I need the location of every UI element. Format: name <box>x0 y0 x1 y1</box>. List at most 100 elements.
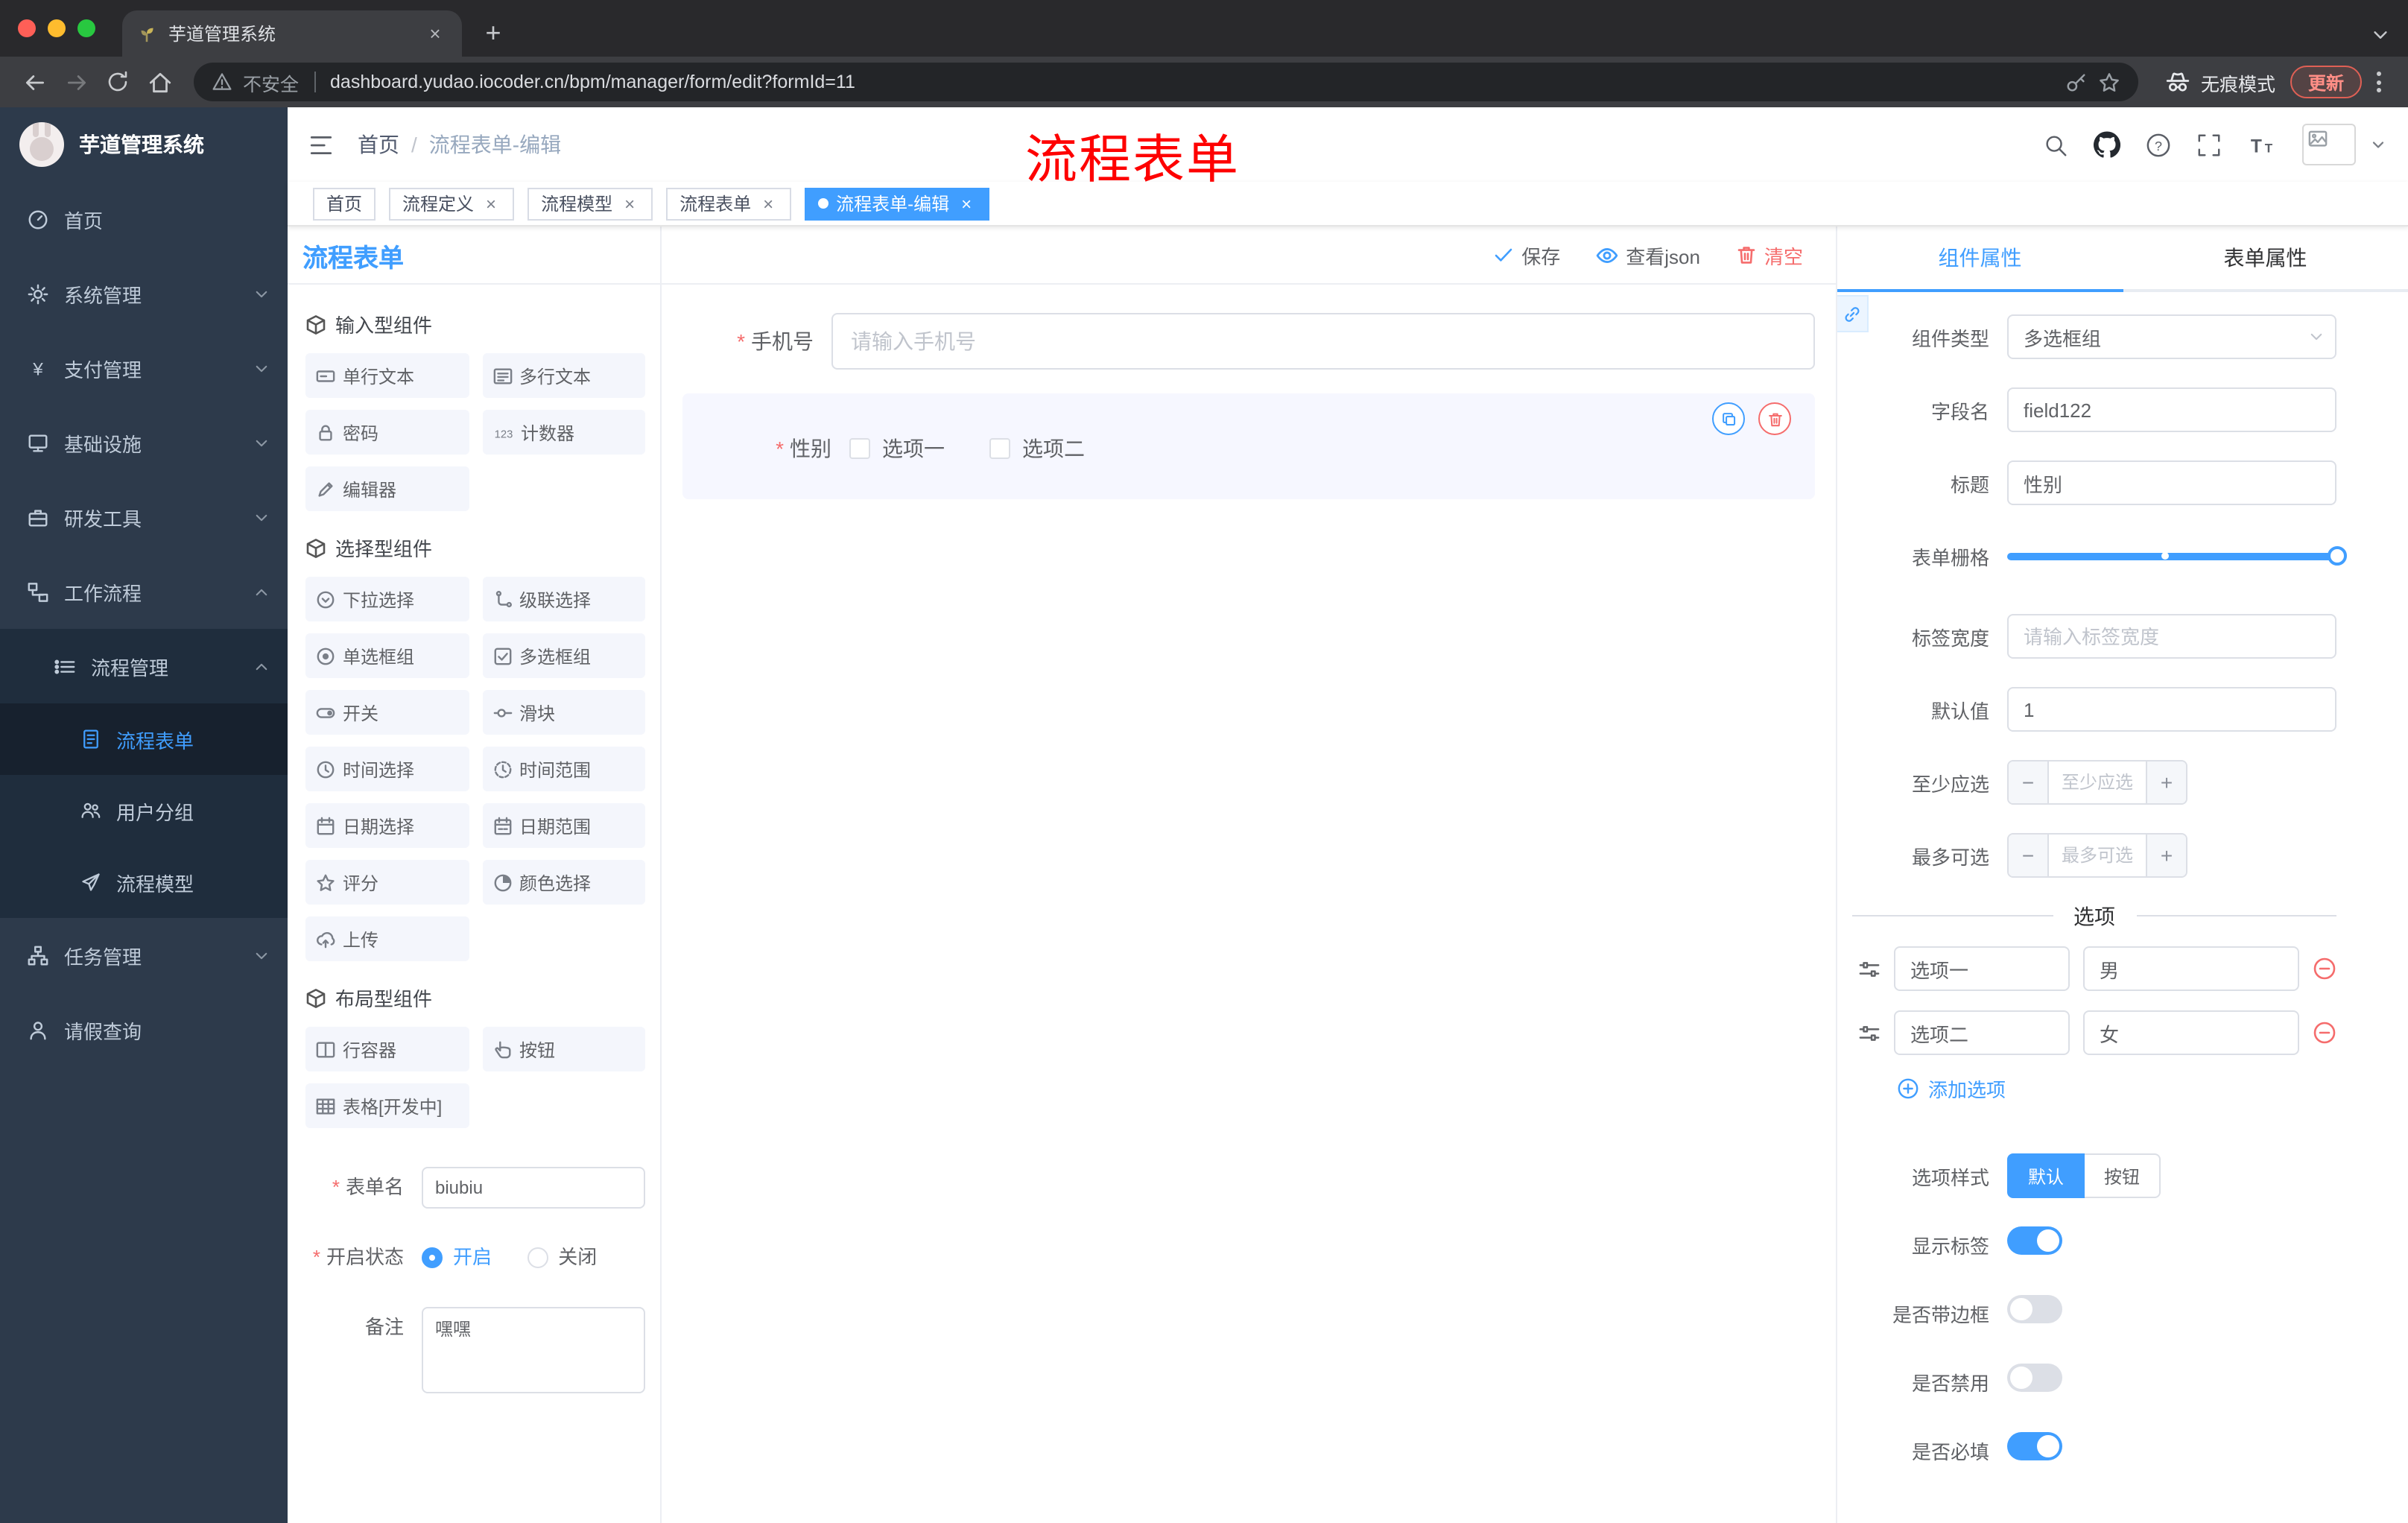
close-icon[interactable]: × <box>758 193 778 214</box>
save-button[interactable]: 保存 <box>1493 241 1560 269</box>
title-input[interactable] <box>2007 460 2336 505</box>
github-icon[interactable] <box>2094 131 2120 158</box>
with-border-switch[interactable] <box>2007 1295 2062 1323</box>
reload-button[interactable] <box>98 63 137 101</box>
copy-field-button[interactable] <box>1712 402 1745 435</box>
slider-handle[interactable] <box>2328 546 2347 566</box>
show-label-switch[interactable] <box>2007 1226 2062 1255</box>
sidebar-item-leave-query[interactable]: 请假查询 <box>0 992 288 1067</box>
component-editor[interactable]: 编辑器 <box>305 466 469 511</box>
tag-process-form-edit[interactable]: 流程表单-编辑 × <box>805 187 990 220</box>
sidebar-item-infrastructure[interactable]: 基础设施 <box>0 405 288 480</box>
browser-menu-icon[interactable] <box>2365 72 2393 92</box>
new-tab-button[interactable]: + <box>474 13 513 52</box>
avatar[interactable] <box>2302 124 2356 165</box>
delete-field-button[interactable] <box>1758 402 1791 435</box>
component-switch[interactable]: 开关 <box>305 690 469 735</box>
tab-search-chevron-icon[interactable] <box>2371 25 2390 45</box>
component-type-select[interactable] <box>2007 314 2336 359</box>
bookmark-star-icon[interactable] <box>2098 71 2120 93</box>
address-bar[interactable]: 不安全 dashboard.yudao.iocoder.cn/bpm/manag… <box>194 63 2138 101</box>
view-json-button[interactable]: 查看json <box>1596 241 1700 269</box>
add-option-button[interactable]: 添加选项 <box>1897 1074 2336 1103</box>
incognito-badge[interactable]: 无痕模式 <box>2153 68 2287 96</box>
component-table[interactable]: 表格[开发中] <box>305 1083 469 1128</box>
option-value-input[interactable] <box>2083 946 2299 991</box>
component-upload[interactable]: 上传 <box>305 916 469 961</box>
window-zoom-button[interactable] <box>77 19 95 37</box>
form-name-input[interactable] <box>422 1167 645 1209</box>
link-chip[interactable] <box>1837 295 1869 332</box>
label-width-input[interactable] <box>2007 614 2336 659</box>
component-time-range[interactable]: 时间范围 <box>482 747 645 791</box>
checkbox-icon[interactable] <box>849 438 870 459</box>
component-password[interactable]: 密码 <box>305 410 469 455</box>
option-label-input[interactable] <box>1894 1010 2070 1055</box>
sidebar-item-dev-tools[interactable]: 研发工具 <box>0 480 288 554</box>
tag-process-definition[interactable]: 流程定义 × <box>389 187 515 220</box>
component-date-range[interactable]: 日期范围 <box>482 803 645 848</box>
increase-button[interactable]: + <box>2146 762 2186 803</box>
sidebar-item-process-form[interactable]: 流程表单 <box>0 703 288 775</box>
slider-track[interactable] <box>2007 546 2347 566</box>
tag-home[interactable]: 首页 <box>313 187 376 220</box>
canvas-field-gender-selected[interactable]: 性别 选项一 选项二 <box>682 393 1815 499</box>
component-checkbox-group[interactable]: 多选框组 <box>482 633 645 678</box>
disabled-switch[interactable] <box>2007 1364 2062 1392</box>
fullscreen-icon[interactable] <box>2196 132 2222 157</box>
update-button[interactable]: 更新 <box>2290 66 2362 98</box>
option-style-button-button[interactable]: 按钮 <box>2085 1153 2161 1198</box>
component-slider[interactable]: 滑块 <box>482 690 645 735</box>
tab-form-props[interactable]: 表单属性 <box>2123 227 2408 289</box>
remove-option-icon[interactable] <box>2313 957 2336 981</box>
field-name-input[interactable] <box>2007 387 2336 432</box>
tag-process-form[interactable]: 流程表单 × <box>666 187 792 220</box>
component-time-picker[interactable]: 时间选择 <box>305 747 469 791</box>
font-size-icon[interactable]: T T <box>2247 132 2277 157</box>
remove-option-icon[interactable] <box>2313 1021 2336 1045</box>
component-single-line-text[interactable]: 单行文本 <box>305 353 469 398</box>
search-icon[interactable] <box>2043 132 2068 157</box>
grid-slider[interactable] <box>2007 533 2347 578</box>
component-color-picker[interactable]: 颜色选择 <box>482 860 645 905</box>
canvas-field-phone[interactable]: 手机号 <box>682 313 1815 370</box>
browser-tab[interactable]: 芋道管理系统 × <box>122 10 462 57</box>
window-minimize-button[interactable] <box>48 19 66 37</box>
component-cascader[interactable]: 级联选择 <box>482 577 645 621</box>
phone-input[interactable] <box>831 313 1815 370</box>
clear-button[interactable]: 清空 <box>1736 241 1803 269</box>
sidebar-item-system[interactable]: 系统管理 <box>0 256 288 331</box>
password-key-icon[interactable] <box>2065 71 2088 93</box>
close-icon[interactable]: × <box>481 193 501 214</box>
decrease-button[interactable]: − <box>2009 762 2049 803</box>
sidebar-item-process-management[interactable]: 流程管理 <box>0 629 288 703</box>
caret-down-icon[interactable] <box>2369 136 2387 153</box>
drag-handle-icon[interactable] <box>1858 957 1881 980</box>
sidebar-item-user-group[interactable]: 用户分组 <box>0 775 288 846</box>
increase-button[interactable]: + <box>2146 835 2186 876</box>
component-select[interactable]: 下拉选择 <box>305 577 469 621</box>
breadcrumb-home[interactable]: 首页 <box>358 130 399 159</box>
component-counter[interactable]: 123 计数器 <box>482 410 645 455</box>
help-icon[interactable]: ? <box>2146 132 2171 157</box>
back-button[interactable] <box>15 63 54 101</box>
component-row-container[interactable]: 行容器 <box>305 1027 469 1071</box>
sidebar-item-home[interactable]: 首页 <box>0 182 288 256</box>
sidebar-item-workflow[interactable]: 工作流程 <box>0 554 288 629</box>
gender-option-2[interactable]: 选项二 <box>989 434 1085 463</box>
sidebar-item-payment[interactable]: ¥ 支付管理 <box>0 331 288 405</box>
required-switch[interactable] <box>2007 1432 2062 1460</box>
close-icon[interactable]: × <box>957 193 976 214</box>
status-radio-off[interactable]: 关闭 <box>527 1237 597 1279</box>
component-date-picker[interactable]: 日期选择 <box>305 803 469 848</box>
component-button[interactable]: 按钮 <box>482 1027 645 1071</box>
form-remark-input[interactable]: 嘿嘿 <box>422 1307 645 1393</box>
collapse-sidebar-icon[interactable] <box>308 132 334 157</box>
gender-option-1[interactable]: 选项一 <box>849 434 945 463</box>
component-rate[interactable]: 评分 <box>305 860 469 905</box>
sidebar-item-task-management[interactable]: 任务管理 <box>0 918 288 992</box>
tab-close-icon[interactable]: × <box>423 22 447 45</box>
checkbox-icon[interactable] <box>989 438 1010 459</box>
option-value-input[interactable] <box>2083 1010 2299 1055</box>
option-style-default-button[interactable]: 默认 <box>2007 1153 2085 1198</box>
